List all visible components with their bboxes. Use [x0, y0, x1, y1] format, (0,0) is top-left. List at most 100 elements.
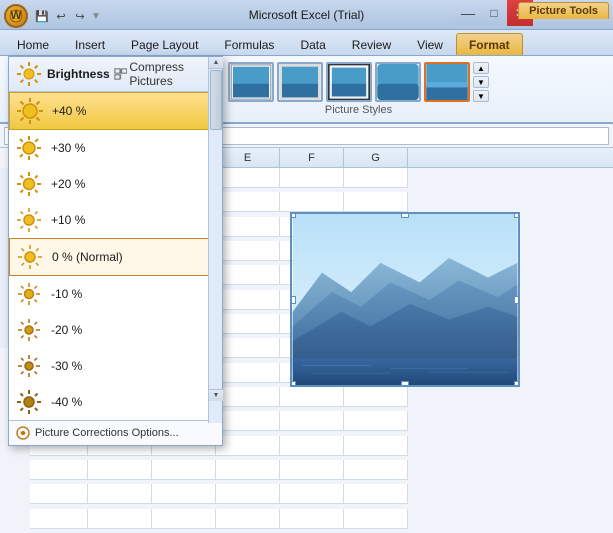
brightness-item-0[interactable]: 0 % (Normal)	[9, 238, 222, 276]
brightness-item-minus40[interactable]: -40 %	[9, 384, 222, 420]
col-header-f[interactable]: F	[280, 148, 344, 167]
corrections-options-label: Picture Corrections Options...	[35, 427, 179, 439]
brightness-item-plus40[interactable]: +40 %	[9, 92, 222, 130]
maximize-button[interactable]: □	[481, 0, 507, 26]
brightness-item-plus30-label: +30 %	[51, 141, 85, 155]
dropdown-header: Brightness Compress Pictures	[9, 57, 222, 92]
ribbon-tabs: Home Insert Page Layout Formulas Data Re…	[0, 30, 613, 56]
cell[interactable]	[344, 387, 408, 407]
cell[interactable]	[152, 460, 216, 480]
cell[interactable]	[30, 509, 88, 529]
compress-pictures-btn[interactable]: Compress Pictures	[114, 60, 216, 88]
scrollbar-thumb[interactable]	[210, 70, 222, 130]
col-header-e[interactable]: E	[216, 148, 280, 167]
cell[interactable]	[344, 460, 408, 480]
tab-review[interactable]: Review	[339, 33, 404, 55]
tab-page-layout[interactable]: Page Layout	[118, 33, 211, 55]
brightness-item-minus10[interactable]: -10 %	[9, 276, 222, 312]
brightness-item-minus40-label: -40 %	[51, 395, 82, 409]
resize-handle-br[interactable]	[514, 381, 520, 387]
qa-dropdown[interactable]: ▼	[91, 11, 101, 22]
resize-handle-l[interactable]	[290, 296, 296, 304]
cell[interactable]	[216, 484, 280, 504]
brightness-item-minus30-label: -30 %	[51, 359, 82, 373]
style-thumb-1[interactable]	[228, 62, 274, 102]
tab-home[interactable]: Home	[4, 33, 62, 55]
office-button[interactable]: W	[4, 4, 28, 28]
style-scroll-btns: ▲ ▼ ▼	[473, 62, 489, 102]
tab-data[interactable]: Data	[287, 33, 338, 55]
cell[interactable]	[344, 509, 408, 529]
style-scroll-up[interactable]: ▲	[473, 62, 489, 74]
style-thumb-3[interactable]	[326, 62, 372, 102]
cell[interactable]	[88, 484, 152, 504]
dropdown-scrollbar[interactable]: ▲ ▼	[208, 57, 222, 423]
redo-quick-btn[interactable]: ↪	[72, 8, 88, 24]
cell[interactable]	[30, 484, 88, 504]
save-quick-btn[interactable]: 💾	[34, 8, 50, 24]
cell[interactable]	[216, 411, 280, 431]
picture-corrections-options-btn[interactable]: Picture Corrections Options...	[9, 420, 222, 445]
cell[interactable]	[216, 314, 280, 334]
cell[interactable]	[280, 509, 344, 529]
cell[interactable]	[280, 192, 344, 212]
cell[interactable]	[280, 168, 344, 188]
cell[interactable]	[216, 241, 280, 261]
cell[interactable]	[216, 363, 280, 383]
cell[interactable]	[152, 509, 216, 529]
cell[interactable]	[280, 484, 344, 504]
brightness-item-plus20[interactable]: +20 %	[9, 166, 222, 202]
brightness-item-plus20-label: +20 %	[51, 177, 85, 191]
resize-handle-tl[interactable]	[290, 212, 296, 218]
corrections-icon	[15, 425, 31, 441]
brightness-icon	[15, 60, 43, 88]
cell[interactable]	[88, 509, 152, 529]
brightness-item-minus30[interactable]: -30 %	[9, 348, 222, 384]
resize-handle-b[interactable]	[401, 381, 409, 387]
cell[interactable]	[344, 411, 408, 431]
tab-format[interactable]: Format	[456, 33, 523, 55]
cell[interactable]	[216, 509, 280, 529]
embedded-image[interactable]	[290, 212, 520, 387]
col-header-g[interactable]: G	[344, 148, 408, 167]
resize-handle-tr[interactable]	[514, 212, 520, 218]
brightness-item-plus10[interactable]: +10 %	[9, 202, 222, 238]
cell[interactable]	[344, 436, 408, 456]
cell[interactable]	[280, 387, 344, 407]
cell[interactable]	[216, 290, 280, 310]
brightness-item-plus30[interactable]: +30 %	[9, 130, 222, 166]
cell[interactable]	[216, 387, 280, 407]
cell[interactable]	[280, 460, 344, 480]
cell[interactable]	[30, 460, 88, 480]
tab-insert[interactable]: Insert	[62, 33, 118, 55]
style-thumb-4[interactable]	[375, 62, 421, 102]
cell[interactable]	[216, 436, 280, 456]
cell[interactable]	[216, 192, 280, 212]
resize-handle-r[interactable]	[514, 296, 520, 304]
tab-view[interactable]: View	[404, 33, 456, 55]
style-thumb-2[interactable]	[277, 62, 323, 102]
cell[interactable]	[88, 460, 152, 480]
brightness-item-minus20[interactable]: -20 %	[9, 312, 222, 348]
resize-handle-t[interactable]	[401, 212, 409, 218]
svg-text:W: W	[10, 9, 22, 22]
style-scroll-more[interactable]: ▼	[473, 90, 489, 102]
cell[interactable]	[280, 411, 344, 431]
style-thumb-5[interactable]	[424, 62, 470, 102]
cell[interactable]	[344, 168, 408, 188]
cell[interactable]	[216, 265, 280, 285]
cell[interactable]	[152, 484, 216, 504]
cell[interactable]	[344, 484, 408, 504]
tab-formulas[interactable]: Formulas	[211, 33, 287, 55]
cell[interactable]	[280, 436, 344, 456]
cell[interactable]	[216, 217, 280, 237]
cell[interactable]	[216, 338, 280, 358]
resize-handle-bl[interactable]	[290, 381, 296, 387]
compress-label: Compress Pictures	[129, 60, 216, 88]
minimize-button[interactable]: —	[455, 0, 481, 26]
cell[interactable]	[216, 460, 280, 480]
undo-quick-btn[interactable]: ↩	[53, 8, 69, 24]
cell[interactable]	[344, 192, 408, 212]
cell[interactable]	[216, 168, 280, 188]
style-scroll-down[interactable]: ▼	[473, 76, 489, 88]
